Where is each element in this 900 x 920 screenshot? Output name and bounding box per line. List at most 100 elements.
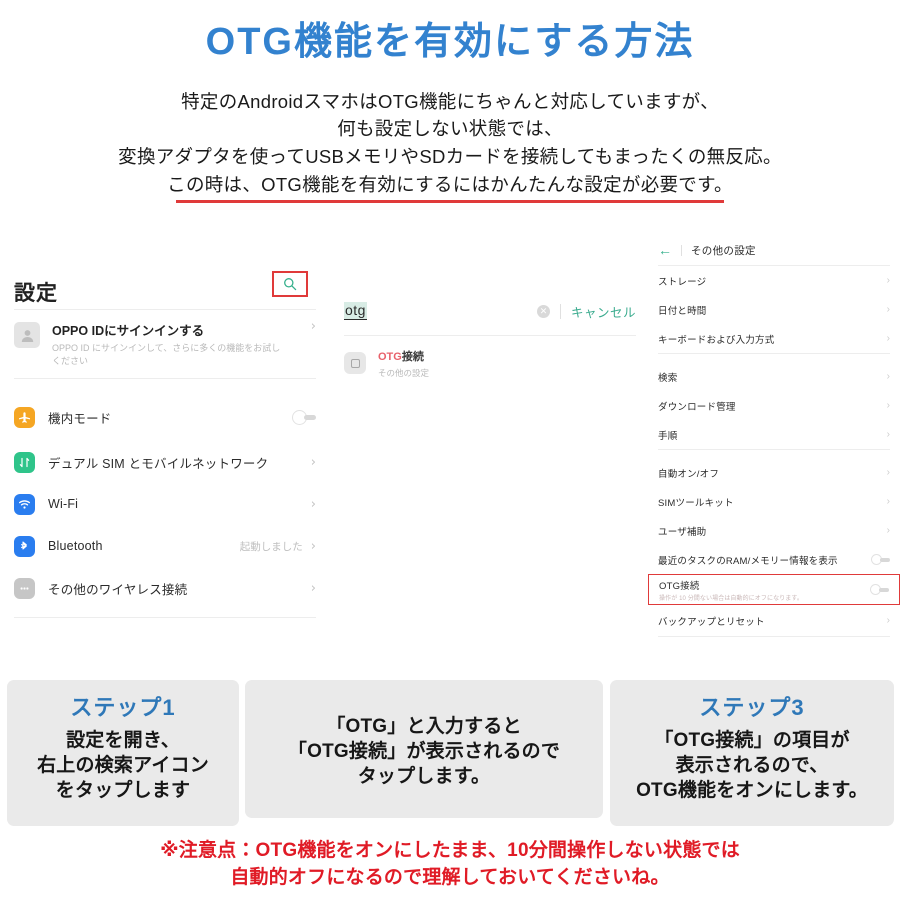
search-icon-highlight[interactable] xyxy=(272,271,308,297)
other-settings-row-backup-reset[interactable]: バックアップとリセット › xyxy=(648,605,900,636)
account-title: OPPO IDにサインインする xyxy=(52,324,205,338)
row-subtitle: 操作が 10 分間ない場合は自動的にオフになります。 xyxy=(659,595,804,602)
search-input[interactable]: otg xyxy=(344,302,367,320)
intro-line-1: 特定のAndroidスマホはOTG機能にちゃんと対応していますが、 xyxy=(181,90,719,112)
row-label: ユーザ補助 xyxy=(658,526,707,538)
chevron-right-icon: › xyxy=(886,400,890,411)
other-settings-row-sim-toolkit[interactable]: SIMツールキット › xyxy=(648,487,900,516)
settings-screenshot: 設定 OPPO IDにサインインする OPPO ID にサインインして、さらに多… xyxy=(0,235,330,619)
account-row[interactable]: OPPO IDにサインインする OPPO ID にサインインして、さらに多くの機… xyxy=(0,310,330,378)
intro-line-3: 変換アダプタを使ってUSBメモリやSDカードを接続してもまったくの無反応。 xyxy=(118,146,782,168)
settings-row-other-wireless[interactable]: その他のワイヤレス接続 › xyxy=(0,567,330,609)
step-card-2: 「OTG」と入力すると 「OTG接続」が表示されるので タップします。 xyxy=(245,680,603,818)
settings-row-label: その他のワイヤレス接続 xyxy=(48,582,188,597)
back-arrow-icon[interactable]: ← xyxy=(658,243,672,257)
search-icon[interactable] xyxy=(283,277,297,291)
warning-note: ※注意点：OTG機能をオンにしたまま、10分間操作しない状態では 自動的オフにな… xyxy=(0,838,900,891)
divider xyxy=(681,244,682,256)
step-3-label: ステップ3 xyxy=(699,695,805,720)
bluetooth-status: 起動しました xyxy=(239,540,303,553)
page-title: OTG機能を有効にする方法 xyxy=(205,21,695,63)
row-label: SIMツールキット xyxy=(658,497,734,509)
row-label: 検索 xyxy=(658,372,678,384)
avatar xyxy=(14,322,40,348)
account-text: OPPO IDにサインインする OPPO ID にサインインして、さらに多くの機… xyxy=(52,320,284,368)
settings-row-label: 機内モード xyxy=(48,411,112,426)
other-settings-title: その他の設定 xyxy=(691,244,756,257)
chevron-right-icon: › xyxy=(310,580,316,596)
chevron-right-icon: › xyxy=(886,371,890,382)
settings-row-label: Wi-Fi xyxy=(48,497,79,512)
other-settings-row-keyboard[interactable]: キーボードおよび入力方式 › xyxy=(648,324,900,353)
other-settings-screenshot: ← その他の設定 ストレージ › 日付と時間 › キーボードおよび入力方式 › … xyxy=(648,235,900,637)
other-settings-row-accessibility[interactable]: ユーザ補助 › xyxy=(648,516,900,545)
search-result-subtitle: その他の設定 xyxy=(378,368,430,378)
settings-row-dual-sim[interactable]: デュアル SIM とモバイルネットワーク › xyxy=(0,441,330,483)
step-1-line-1: 設定を開き、 xyxy=(66,730,180,751)
other-settings-row-ram-info[interactable]: 最近のタスクのRAM/メモリー情報を表示 xyxy=(648,545,900,574)
other-settings-row-search[interactable]: 検索 › xyxy=(648,362,900,391)
chevron-right-icon: › xyxy=(886,496,890,507)
search-result-otg[interactable]: OTG接続 その他の設定 xyxy=(340,336,640,390)
step-3-line-2: 表示されるので、 xyxy=(675,755,829,777)
step-1-body: 設定を開き、 右上の検索アイコン をタップします xyxy=(7,728,239,803)
other-settings-row-download-manager[interactable]: ダウンロード管理 › xyxy=(648,391,900,420)
settings-row-label: Bluetooth xyxy=(48,539,103,554)
clear-icon[interactable]: ✕ xyxy=(536,304,550,318)
step-card-1: ステップ1 設定を開き、 右上の検索アイコン をタップします xyxy=(7,680,239,826)
otg-connection-toggle[interactable] xyxy=(870,584,889,595)
settings-header: 設定 xyxy=(0,235,330,309)
step-1-line-2: 右上の検索アイコン xyxy=(37,755,209,777)
airplane-mode-toggle[interactable] xyxy=(292,409,316,425)
chevron-right-icon: › xyxy=(310,538,316,554)
cancel-button[interactable]: キャンセル xyxy=(571,302,636,321)
other-settings-row-date-time[interactable]: 日付と時間 › xyxy=(648,295,900,324)
step-card-3: ステップ3 「OTG接続」の項目が 表示されるので、 OTG機能をオンにします。 xyxy=(610,680,894,826)
toggle-track xyxy=(879,587,889,592)
search-result-rest: 接続 xyxy=(401,351,424,363)
divider xyxy=(559,303,561,319)
settings-row-airplane-mode[interactable]: 機内モード xyxy=(0,393,330,441)
settings-row-wifi[interactable]: Wi-Fi › xyxy=(0,483,330,525)
step-2-line-2: 「OTG接続」が表示されるので xyxy=(287,741,561,763)
chevron-right-icon: › xyxy=(310,454,316,470)
row-label: 手順 xyxy=(658,430,678,442)
intro-line-4: この時は、OTG機能を有効にするにはかんたんな設定が必要です。 xyxy=(167,173,733,195)
chevron-right-icon: › xyxy=(886,525,890,536)
ram-info-toggle[interactable] xyxy=(871,554,890,565)
warning-line-1: ※注意点：OTG機能をオンにしたまま、10分間操作しない状態では xyxy=(160,840,740,861)
row-label: キーボードおよび入力方式 xyxy=(658,334,775,346)
search-bar[interactable]: otg ✕ キャンセル xyxy=(340,287,640,335)
bluetooth-icon xyxy=(14,535,35,557)
step-2-body: 「OTG」と入力すると 「OTG接続」が表示されるので タップします。 xyxy=(245,690,603,789)
steps-row: ステップ1 設定を開き、 右上の検索アイコン をタップします 「OTG」と入力す… xyxy=(0,680,900,830)
sim-card-icon xyxy=(14,451,35,473)
otg-connection-icon xyxy=(344,352,366,374)
account-subtitle: OPPO ID にサインインして、さらに多くの機能をお試しください xyxy=(52,343,281,367)
other-settings-row-auto-power[interactable]: 自動オン/オフ › xyxy=(648,458,900,487)
step-2-line-3: タップします。 xyxy=(357,766,491,788)
step-3-line-1: 「OTG接続」の項目が xyxy=(654,730,850,751)
airplane-icon xyxy=(14,406,35,428)
intro-line-2: 何も設定しない状態では、 xyxy=(337,118,563,140)
chevron-right-icon: › xyxy=(886,304,890,315)
settings-row-bluetooth[interactable]: Bluetooth 起動しました › xyxy=(0,525,330,567)
wifi-icon xyxy=(14,493,35,515)
other-settings-row-otg-connection[interactable]: OTG接続 操作が 10 分間ない場合は自動的にオフになります。 xyxy=(648,574,900,605)
divider xyxy=(658,636,890,637)
chevron-right-icon: › xyxy=(886,275,890,286)
step-2-line-1: 「OTG」と入力すると xyxy=(326,716,522,737)
other-settings-row-procedure[interactable]: 手順 › xyxy=(648,420,900,449)
other-settings-row-storage[interactable]: ストレージ › xyxy=(648,266,900,295)
toggle-track xyxy=(304,414,316,420)
row-label: ダウンロード管理 xyxy=(658,401,736,413)
row-label: バックアップとリセット xyxy=(658,616,765,628)
search-result-match: OTG xyxy=(378,351,402,363)
step-3-line-3: OTG機能をオンにします。 xyxy=(636,780,868,802)
toggle-track xyxy=(880,557,890,562)
chevron-right-icon: › xyxy=(310,496,316,512)
otg-row-text: OTG接続 操作が 10 分間ない場合は自動的にオフになります。 xyxy=(659,578,803,602)
screenshot-row: 設定 OPPO IDにサインインする OPPO ID にサインインして、さらに多… xyxy=(0,235,900,665)
row-label: 日付と時間 xyxy=(658,305,707,317)
search-screenshot: otg ✕ キャンセル OTG接続 その他の設定 xyxy=(340,235,640,390)
